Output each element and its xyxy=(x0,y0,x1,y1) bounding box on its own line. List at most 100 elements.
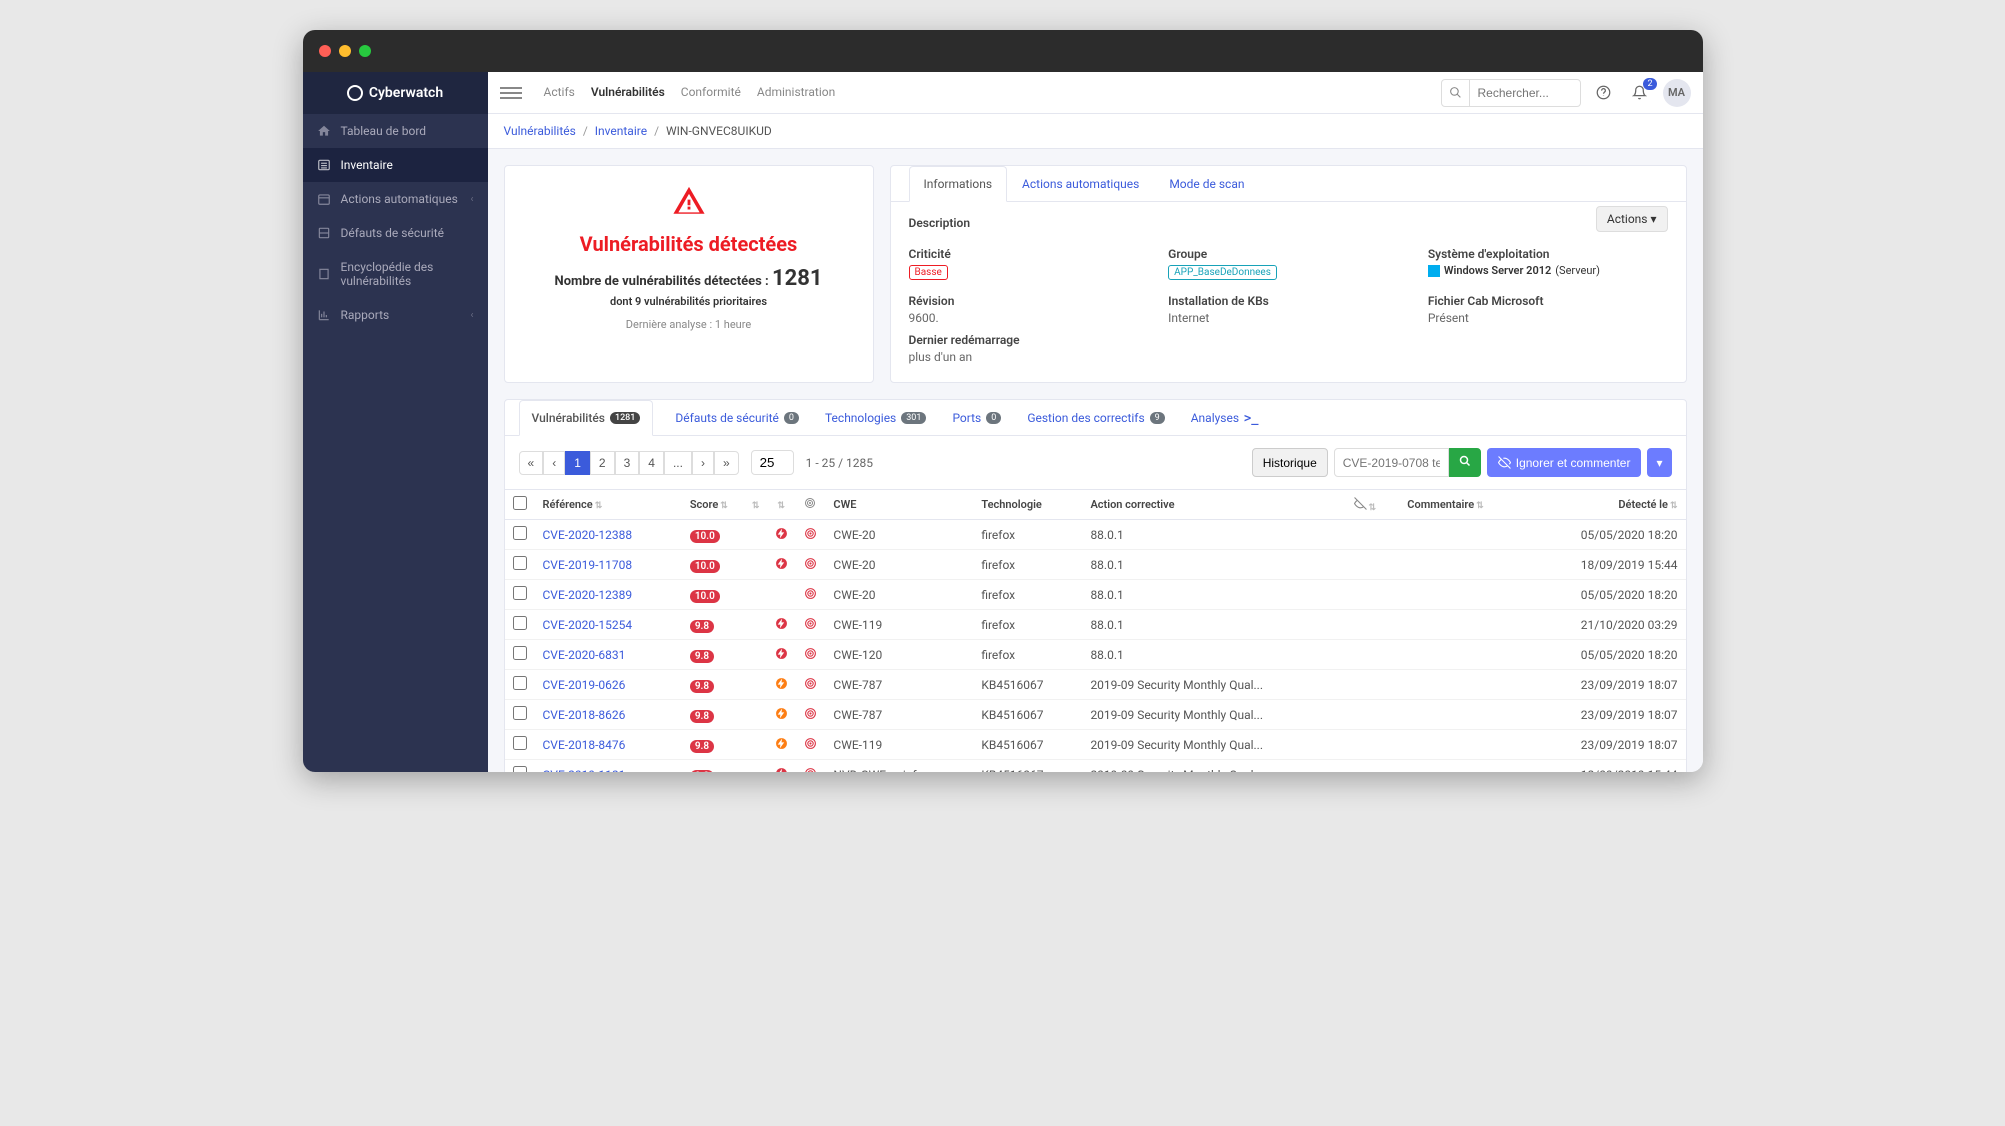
page-btn-‹[interactable]: ‹ xyxy=(543,451,565,475)
cve-link[interactable]: CVE-2020-15254 xyxy=(543,618,633,632)
book-icon xyxy=(317,267,331,281)
sidebar-item-3[interactable]: Défauts de sécurité xyxy=(303,216,488,250)
bolt-icon xyxy=(767,670,796,700)
cve-link[interactable]: CVE-2018-8626 xyxy=(543,708,626,722)
table-row: CVE-2020-1238910.0CWE-20firefox88.0.105/… xyxy=(505,580,1686,610)
sidebar-item-0[interactable]: Tableau de bord xyxy=(303,114,488,148)
topbar-right: 2 MA xyxy=(1441,79,1691,107)
search-input[interactable] xyxy=(1470,86,1580,100)
brand: Cyberwatch xyxy=(303,72,488,114)
help-icon[interactable] xyxy=(1591,80,1617,106)
actions-dropdown[interactable]: Actions ▾ xyxy=(1596,206,1668,232)
table-row: CVE-2019-06269.8CWE-787KB45160672019-09 … xyxy=(505,670,1686,700)
row-checkbox[interactable] xyxy=(513,676,527,690)
desc-label: Description xyxy=(909,216,1668,230)
cve-link[interactable]: CVE-2019-1181 xyxy=(543,768,626,773)
bolt-icon xyxy=(767,700,796,730)
vuln-table: Référence⇅ Score⇅ ⇅ ⇅ CWE Technologie Ac… xyxy=(505,489,1686,772)
eye-off-col-icon: ⇅ xyxy=(1346,490,1400,520)
info-tab-0[interactable]: Informations xyxy=(909,166,1008,202)
bell-icon[interactable]: 2 xyxy=(1627,80,1653,106)
subtab-5[interactable]: Analyses >_ xyxy=(1187,400,1263,435)
subtab-4[interactable]: Gestion des correctifs 9 xyxy=(1023,400,1168,435)
terminal-icon: >_ xyxy=(1244,411,1258,425)
page-info: 1 - 25 / 1285 xyxy=(806,456,873,470)
search-icon[interactable] xyxy=(1442,80,1470,106)
select-all-checkbox[interactable] xyxy=(513,496,527,510)
target-icon xyxy=(796,760,825,773)
row-checkbox[interactable] xyxy=(513,556,527,570)
cve-link[interactable]: CVE-2020-6831 xyxy=(543,648,626,662)
notif-badge: 2 xyxy=(1643,78,1656,90)
vuln-summary-card: Vulnérabilités détectées Nombre de vulné… xyxy=(504,165,874,383)
table-row: CVE-2020-152549.8CWE-119firefox88.0.121/… xyxy=(505,610,1686,640)
row-checkbox[interactable] xyxy=(513,616,527,630)
breadcrumb-inv[interactable]: Inventaire xyxy=(595,124,647,138)
menu-toggle-icon[interactable] xyxy=(500,82,522,104)
page-btn-»[interactable]: » xyxy=(714,451,739,475)
row-checkbox[interactable] xyxy=(513,706,527,720)
topnav-2[interactable]: Conformité xyxy=(673,85,749,99)
info-tab-2[interactable]: Mode de scan xyxy=(1154,166,1259,202)
page-btn-4[interactable]: 4 xyxy=(639,451,664,475)
device-frame: Cyberwatch Tableau de bordInventaireActi… xyxy=(303,30,1703,772)
info-tabs: InformationsActions automatiquesMode de … xyxy=(891,166,1686,202)
row-checkbox[interactable] xyxy=(513,736,527,750)
historique-button[interactable]: Historique xyxy=(1252,448,1328,477)
target-icon xyxy=(796,640,825,670)
table-row: CVE-2018-86269.8CWE-787KB45160672019-09 … xyxy=(505,700,1686,730)
ignore-dropdown-button[interactable]: ▾ xyxy=(1647,448,1671,477)
sidebar-item-4[interactable]: Encyclopédie des vulnérabilités xyxy=(303,250,488,298)
app: Cyberwatch Tableau de bordInventaireActi… xyxy=(303,72,1703,772)
filter-search-button[interactable] xyxy=(1449,448,1481,477)
page-btn-3[interactable]: 3 xyxy=(615,451,640,475)
subtab-3[interactable]: Ports 0 xyxy=(948,400,1005,435)
page-btn-1[interactable]: 1 xyxy=(565,451,590,475)
bolt-icon xyxy=(767,550,796,580)
sidebar-item-5[interactable]: Rapports‹ xyxy=(303,298,488,332)
info-card: InformationsActions automatiquesMode de … xyxy=(890,165,1687,383)
cve-link[interactable]: CVE-2019-0626 xyxy=(543,678,626,692)
ignore-comment-button[interactable]: Ignorer et commenter xyxy=(1487,448,1642,477)
sidebar-item-2[interactable]: Actions automatiques‹ xyxy=(303,182,488,216)
search-wrap xyxy=(1441,79,1581,107)
window-close-icon[interactable] xyxy=(319,45,331,57)
breadcrumb-vuln[interactable]: Vulnérabilités xyxy=(504,124,576,138)
target-icon xyxy=(796,700,825,730)
target-icon xyxy=(796,520,825,550)
subtab-1[interactable]: Défauts de sécurité 0 xyxy=(671,400,803,435)
window-max-icon[interactable] xyxy=(359,45,371,57)
row-checkbox[interactable] xyxy=(513,586,527,600)
subtab-2[interactable]: Technologies 301 xyxy=(821,400,930,435)
avatar[interactable]: MA xyxy=(1663,79,1691,107)
cve-link[interactable]: CVE-2019-11708 xyxy=(543,558,633,572)
topnav-0[interactable]: Actifs xyxy=(536,85,583,99)
page-btn-›[interactable]: › xyxy=(692,451,714,475)
page-btn-...[interactable]: ... xyxy=(664,451,692,475)
topnav-3[interactable]: Administration xyxy=(749,85,843,99)
subtab-0[interactable]: Vulnérabilités 1281 xyxy=(519,400,654,436)
info-tab-1[interactable]: Actions automatiques xyxy=(1007,166,1154,202)
topnav-1[interactable]: Vulnérabilités xyxy=(583,85,673,99)
table-card: Vulnérabilités 1281 Défauts de sécurité 0… xyxy=(504,399,1687,772)
group-badge[interactable]: APP_BaseDeDonnees xyxy=(1168,265,1277,280)
cve-link[interactable]: CVE-2018-8476 xyxy=(543,738,626,752)
page-btn-2[interactable]: 2 xyxy=(590,451,615,475)
cve-link[interactable]: CVE-2020-12389 xyxy=(543,588,633,602)
topbar: ActifsVulnérabilitésConformitéAdministra… xyxy=(488,72,1703,114)
table-row: CVE-2018-84769.8CWE-119KB45160672019-09 … xyxy=(505,730,1686,760)
page-size-select[interactable]: 25 xyxy=(751,450,794,475)
page-btn-«[interactable]: « xyxy=(519,451,544,475)
target-icon xyxy=(796,550,825,580)
score-badge: 9.8 xyxy=(690,680,714,693)
vuln-priority: dont 9 vulnérabilités prioritaires xyxy=(523,295,855,308)
row-checkbox[interactable] xyxy=(513,646,527,660)
sidebar-item-1[interactable]: Inventaire xyxy=(303,148,488,182)
row-checkbox[interactable] xyxy=(513,766,527,772)
filter-input[interactable] xyxy=(1334,448,1449,477)
window-min-icon[interactable] xyxy=(339,45,351,57)
criticity-badge: Basse xyxy=(909,265,948,280)
cve-link[interactable]: CVE-2020-12388 xyxy=(543,528,633,542)
score-badge: 10.0 xyxy=(690,590,720,603)
row-checkbox[interactable] xyxy=(513,526,527,540)
